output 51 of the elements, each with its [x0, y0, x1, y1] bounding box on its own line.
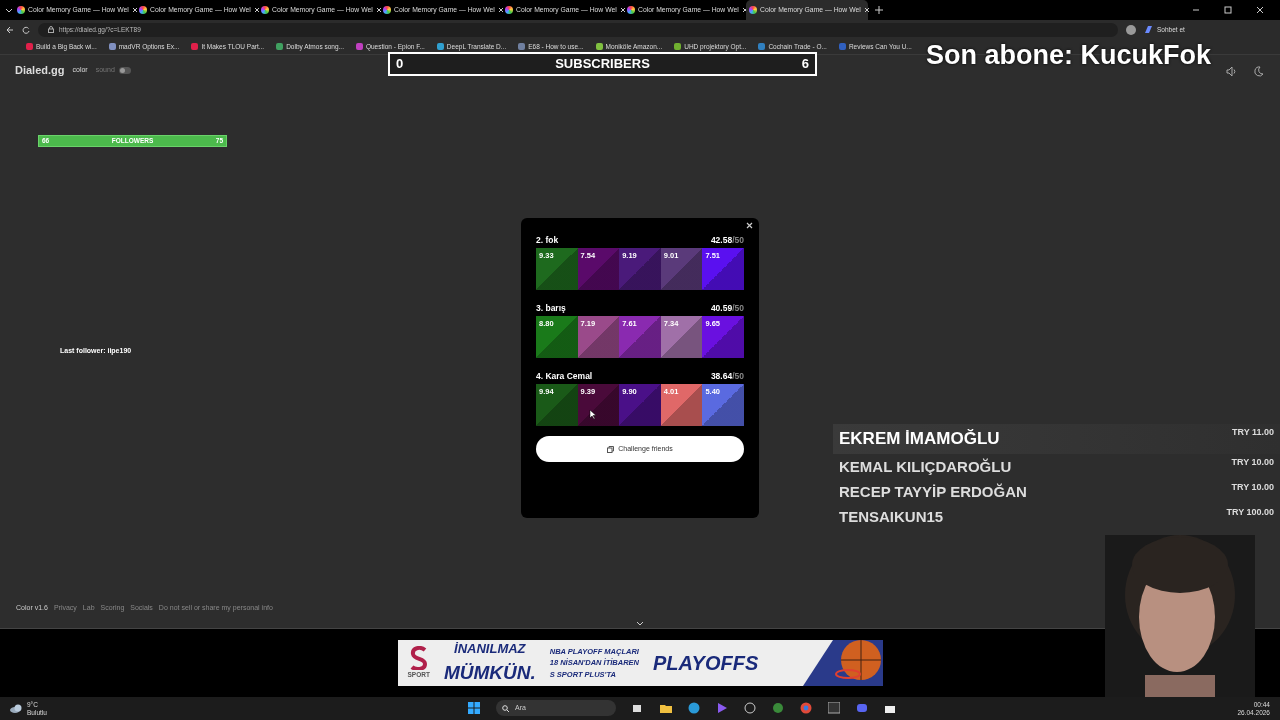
- chrome-icon[interactable]: [800, 702, 812, 714]
- moon-icon[interactable]: [1253, 66, 1264, 77]
- cursor-icon: [589, 409, 596, 419]
- minimize-icon[interactable]: [1192, 6, 1200, 14]
- player-score: 38.64/50: [710, 369, 744, 383]
- tab-favicon: [17, 6, 25, 14]
- donation-row-text: RECEP TAYYİP ERDOĞAN TRY 10.00: [838, 481, 1275, 502]
- donation-row-text: KEMAL KILIÇDAROĞLU TRY 10.00: [838, 456, 1275, 477]
- lock-icon: [48, 26, 54, 33]
- close-icon[interactable]: [863, 7, 870, 13]
- tab-favicon: [505, 6, 513, 14]
- reload-icon[interactable]: [22, 25, 30, 34]
- play-icon[interactable]: [716, 702, 728, 714]
- player-score: 40.59/50: [710, 301, 744, 315]
- player-score: 42.58/50: [710, 233, 744, 247]
- copy-icon: [607, 445, 615, 453]
- maximize-icon[interactable]: [1224, 6, 1232, 14]
- last-subscriber-text: Son abone: KucukFok: [926, 42, 1212, 69]
- close-icon[interactable]: [746, 222, 753, 229]
- player-name: 2. fok: [536, 233, 559, 247]
- tab-favicon: [383, 6, 391, 14]
- slogan-text: MÜMKÜN.: [443, 660, 536, 685]
- close-icon[interactable]: [131, 7, 138, 13]
- toggle-switch[interactable]: [118, 66, 131, 74]
- search-icon: [502, 704, 509, 712]
- tab-favicon: [627, 6, 635, 14]
- profile-icon[interactable]: [1126, 24, 1136, 35]
- close-icon[interactable]: [375, 7, 382, 13]
- tab-favicon: [749, 6, 757, 14]
- new-tab-icon[interactable]: [874, 5, 884, 15]
- goal-label: SUBSCRIBERS: [555, 55, 650, 74]
- site-logo[interactable]: Dialed.gg: [15, 62, 65, 79]
- goal-current: 0: [396, 55, 404, 74]
- close-icon[interactable]: [619, 7, 626, 13]
- close-icon[interactable]: [497, 7, 504, 13]
- event-text: PLAYOFFS: [653, 651, 759, 676]
- goal-target: 6: [801, 55, 809, 74]
- windows-icon[interactable]: [468, 702, 480, 714]
- player-name: 3. barış: [536, 301, 566, 315]
- cloud-icon: [10, 704, 23, 713]
- tab-favicon: [139, 6, 147, 14]
- speaker-icon[interactable]: [1226, 66, 1237, 77]
- tab-favicon: [261, 6, 269, 14]
- slogan-text: İNANILMAZ: [454, 640, 526, 658]
- collapse-icon[interactable]: [635, 621, 645, 627]
- close-icon[interactable]: [1256, 6, 1264, 14]
- close-icon[interactable]: [253, 7, 260, 13]
- folder-icon[interactable]: [660, 702, 672, 714]
- back-icon[interactable]: [6, 25, 14, 34]
- player-name: 4. Kara Cemal: [536, 369, 593, 383]
- donation-row-text: TENSAIKUN15 TRY 100.00: [838, 506, 1275, 527]
